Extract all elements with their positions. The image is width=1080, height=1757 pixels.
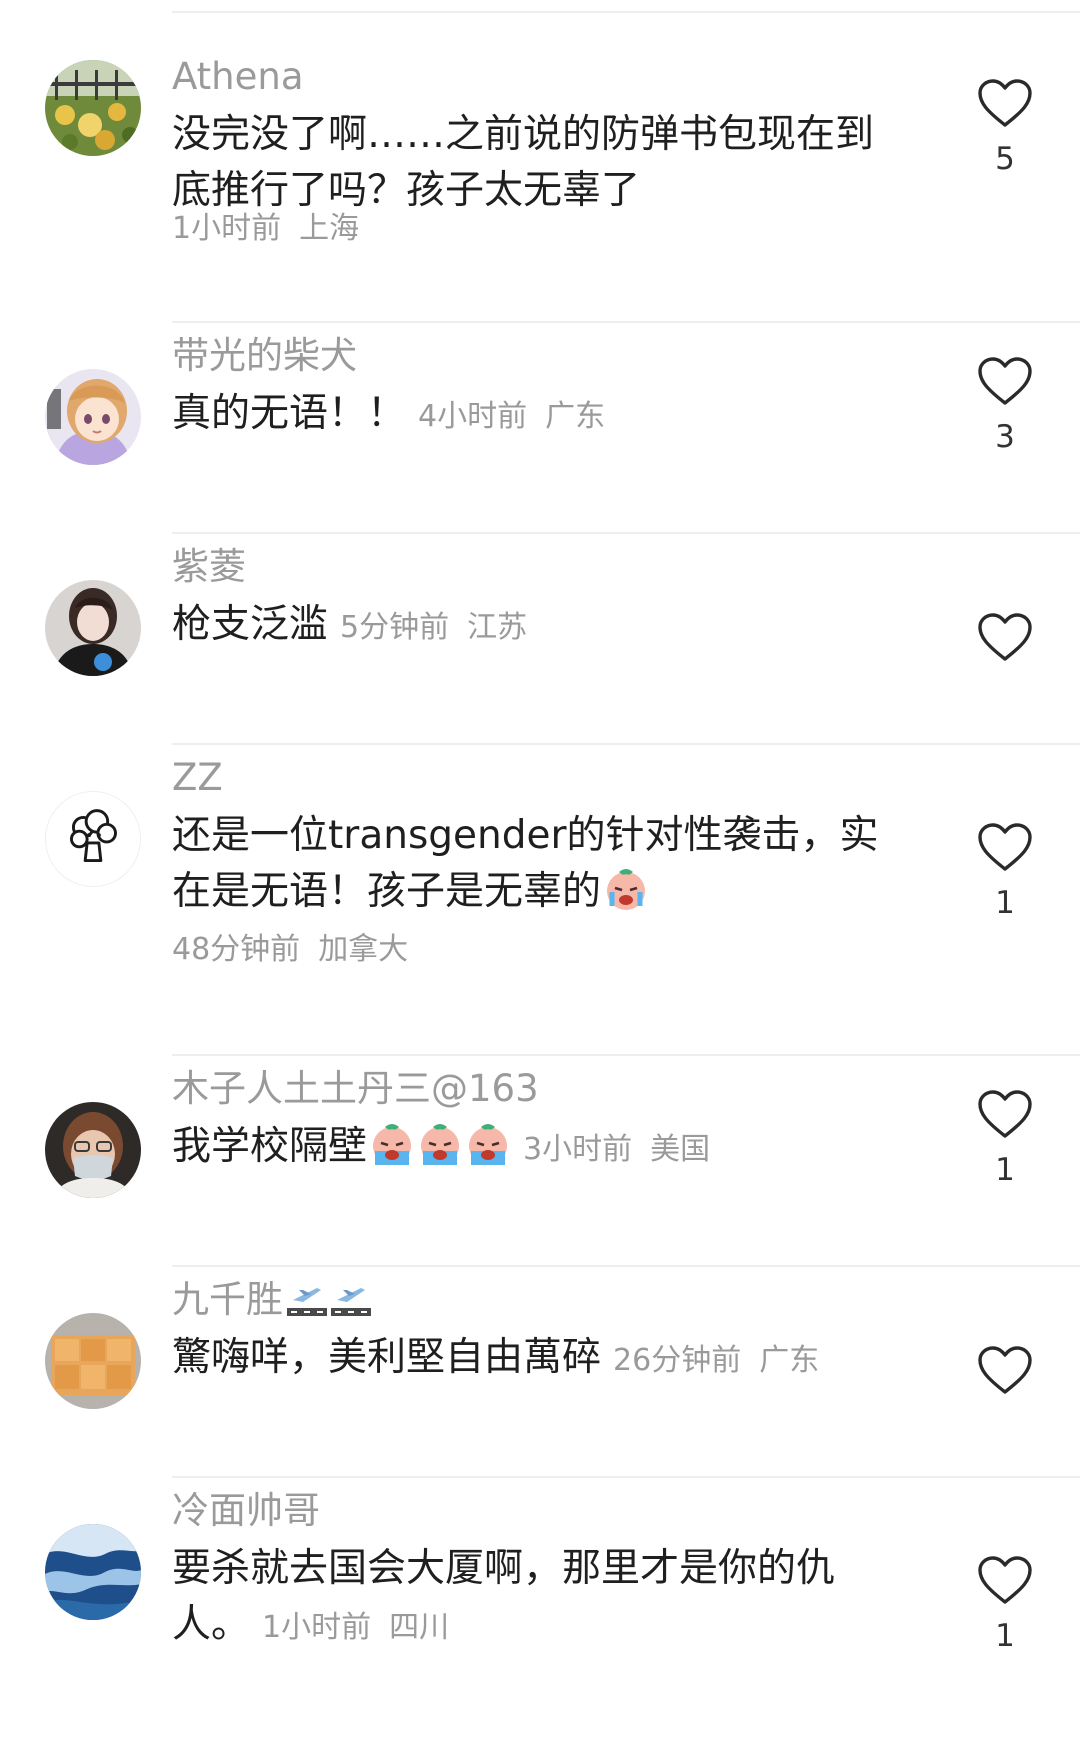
- avatar-food-tray-icon: [45, 1313, 141, 1409]
- comment-row: 要杀就去国会大厦啊，那里才是你的仇人。 1小时前 四川: [172, 1541, 912, 1656]
- comment-row: 驚嗨咩，美利堅自由萬碎 26分钟前 广东: [172, 1330, 952, 1389]
- avatar[interactable]: [45, 1524, 141, 1620]
- crying-emoji-icon: [369, 1121, 415, 1183]
- comment-meta: 48分钟前 加拿大: [172, 930, 408, 970]
- like-button[interactable]: 1: [975, 1556, 1035, 1656]
- crying-emoji-icon: [417, 1121, 463, 1183]
- comment-row: 还是一位transgender的针对性袭击，实在是无语！孩子是无辜的: [172, 808, 912, 928]
- heart-icon: [978, 357, 1032, 405]
- like-count: 5: [995, 141, 1015, 177]
- comment-meta: 1小时前 上海: [172, 209, 359, 249]
- comment-row: 我学校隔壁 3小时前 美国: [172, 1119, 952, 1183]
- like-count: 1: [995, 1618, 1015, 1654]
- comment-location: 美国: [650, 1132, 711, 1167]
- comment-time: 5分钟前: [340, 610, 450, 645]
- comment-location: 广东: [545, 399, 606, 434]
- comment-location: 上海: [299, 211, 360, 246]
- heart-icon: [978, 613, 1032, 661]
- avatar[interactable]: [45, 791, 141, 887]
- avatar[interactable]: [45, 1102, 141, 1198]
- username-text: 九千胜: [172, 1278, 283, 1321]
- comment-item: 冷面帅哥 要杀就去国会大厦啊，那里才是你的仇人。 1小时前 四川 1: [0, 1478, 1080, 1757]
- comment-text[interactable]: 真的无语！！: [172, 391, 406, 436]
- heart-icon: [978, 1556, 1032, 1604]
- crying-emoji-icon: [465, 1121, 511, 1183]
- comment-text[interactable]: 枪支泛滥: [172, 602, 328, 647]
- comment-row: 枪支泛滥 5分钟前 江苏: [172, 597, 952, 656]
- like-button[interactable]: 1: [975, 823, 1035, 923]
- heart-icon: [978, 1346, 1032, 1394]
- comment-text[interactable]: 驚嗨咩，美利堅自由萬碎: [172, 1335, 601, 1380]
- comment-item: 带光的柴犬 真的无语！！ 4小时前 广东 3: [0, 323, 1080, 534]
- comment-location: 四川: [389, 1610, 450, 1645]
- avatar[interactable]: [45, 60, 141, 156]
- like-button[interactable]: 1: [975, 1090, 1035, 1190]
- like-button[interactable]: 3: [975, 357, 1035, 457]
- username[interactable]: 九千胜: [172, 1278, 371, 1328]
- avatar-girl-photo-icon: [45, 580, 141, 676]
- avatar-ocean-wave-icon: [45, 1524, 141, 1620]
- comment-location: 江苏: [467, 610, 528, 645]
- comment-text[interactable]: 没完没了啊……之前说的防弹书包现在到底推行了吗？孩子太无辜了: [172, 107, 912, 219]
- comment-time: 26分钟前: [613, 1343, 742, 1378]
- like-button[interactable]: [975, 1346, 1035, 1400]
- airplane-runway-icon: [331, 1282, 371, 1328]
- like-count: 3: [995, 419, 1015, 455]
- avatar[interactable]: [45, 369, 141, 465]
- comment-location: 加拿大: [318, 932, 409, 967]
- comment-row: 真的无语！！ 4小时前 广东: [172, 386, 952, 445]
- crying-emoji-icon: [603, 866, 649, 928]
- like-count: 1: [995, 885, 1015, 921]
- comment-time: 48分钟前: [172, 932, 301, 967]
- avatar-flowers-icon: [45, 60, 141, 156]
- avatar[interactable]: [45, 1313, 141, 1409]
- like-button[interactable]: [975, 613, 1035, 667]
- comment-time: 4小时前: [418, 399, 528, 434]
- comment-time: 1小时前: [172, 211, 282, 246]
- heart-icon: [978, 1090, 1032, 1138]
- comment-location: 广东: [759, 1343, 820, 1378]
- username[interactable]: ZZ: [172, 756, 223, 800]
- username[interactable]: 带光的柴犬: [172, 334, 357, 378]
- heart-icon: [978, 823, 1032, 871]
- like-button[interactable]: 5: [975, 79, 1035, 179]
- like-count: 1: [995, 1152, 1015, 1188]
- comment-time: 1小时前: [262, 1610, 372, 1645]
- comment-time: 3小时前: [523, 1132, 633, 1167]
- comment-item: 九千胜 驚嗨咩，美利堅自由萬碎 26分钟前 广东: [0, 1267, 1080, 1478]
- comment-text[interactable]: 还是一位transgender的针对性袭击，实在是无语！孩子是无辜的: [172, 813, 879, 914]
- username[interactable]: 紫菱: [172, 545, 246, 589]
- username[interactable]: Athena: [172, 55, 304, 99]
- heart-icon: [978, 79, 1032, 127]
- comment-item: Athena 没完没了啊……之前说的防弹书包现在到底推行了吗？孩子太无辜了 1小…: [0, 13, 1080, 323]
- avatar-broccoli-icon: [46, 792, 140, 886]
- username[interactable]: 木子人土土丹三@163: [172, 1067, 539, 1111]
- username[interactable]: 冷面帅哥: [172, 1489, 320, 1533]
- comment-text[interactable]: 我学校隔壁: [172, 1124, 367, 1169]
- comment-item: ZZ 还是一位transgender的针对性袭击，实在是无语！孩子是无辜的 48…: [0, 745, 1080, 1056]
- comment-item: 紫菱 枪支泛滥 5分钟前 江苏: [0, 534, 1080, 745]
- avatar-masked-person-icon: [45, 1102, 141, 1198]
- avatar-anime-girl-icon: [45, 369, 141, 465]
- avatar[interactable]: [45, 580, 141, 676]
- comment-item: 木子人土土丹三@163 我学校隔壁 3小时前 美国 1: [0, 1056, 1080, 1267]
- airplane-runway-icon: [287, 1282, 327, 1328]
